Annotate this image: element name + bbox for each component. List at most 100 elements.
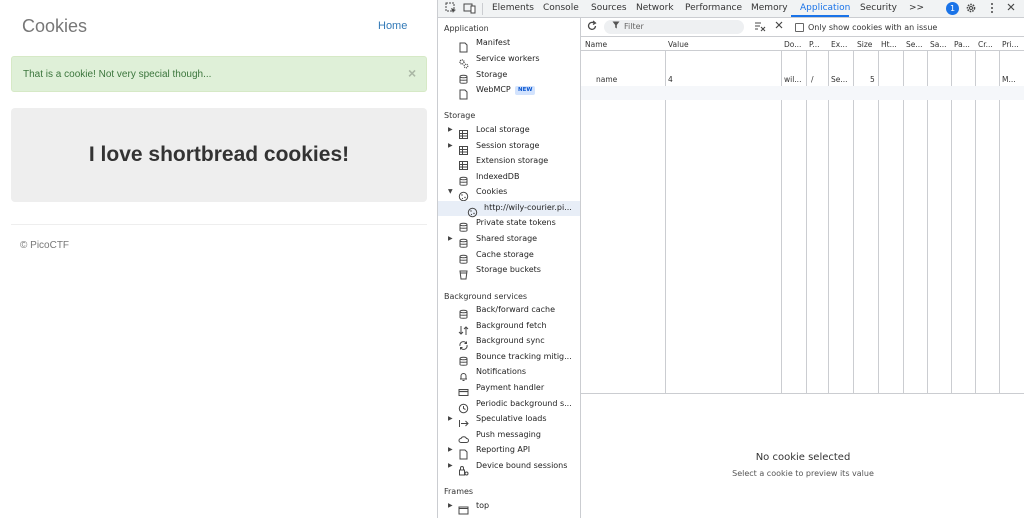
sidebar-item-periodic-background-sync[interactable]: Periodic background s... — [438, 397, 580, 414]
sidebar-label: Storage — [476, 70, 508, 79]
sidebar-item-payment-handler[interactable]: Payment handler — [438, 381, 580, 396]
section-application: Application — [444, 24, 489, 33]
refresh-icon[interactable] — [585, 20, 599, 34]
table-row-empty — [581, 86, 1024, 100]
sidebar-item-speculative-loads[interactable]: ▶ Speculative loads — [438, 412, 580, 427]
filter-input[interactable]: Filter — [604, 20, 744, 34]
cell-path: / — [811, 75, 814, 84]
cell-size: 5 — [870, 75, 875, 84]
tab-performance[interactable]: Performance — [685, 3, 742, 13]
device-toolbar-icon[interactable] — [462, 2, 476, 16]
only-issues-checkbox[interactable] — [795, 23, 804, 32]
expand-arrow-icon[interactable]: ▶ — [448, 462, 453, 469]
database-icon — [458, 70, 469, 84]
page-title: Cookies — [22, 16, 88, 36]
tab-memory[interactable]: Memory — [751, 3, 788, 13]
column-header-httponly[interactable]: Ht... — [881, 40, 897, 49]
sidebar-item-push-messaging[interactable]: Push messaging — [438, 428, 580, 443]
tab-security[interactable]: Security — [860, 3, 897, 13]
sidebar-item-storage-buckets[interactable]: Storage buckets — [438, 263, 580, 280]
database-icon — [458, 172, 469, 186]
sidebar-item-frame-top[interactable]: ▶ top — [438, 499, 580, 515]
jumbotron-heading: I love shortbread cookies! — [88, 143, 350, 166]
sidebar-item-cookie-origin[interactable]: http://wily-courier.pi... — [438, 201, 580, 218]
sidebar-item-shared-storage[interactable]: ▶ Shared storage — [438, 232, 580, 248]
table-icon — [458, 125, 469, 139]
database-icon — [458, 250, 469, 264]
nav-home-link[interactable]: Home — [378, 20, 407, 32]
column-header-domain[interactable]: Do... — [784, 40, 801, 49]
sidebar-item-session-storage[interactable]: ▶ Session storage — [438, 139, 580, 155]
sidebar-label: http://wily-courier.pi... — [484, 203, 572, 212]
sidebar-item-cache-storage[interactable]: Cache storage — [438, 248, 580, 264]
clear-all-icon[interactable] — [772, 20, 786, 34]
sidebar-item-service-workers[interactable]: Service workers — [438, 52, 580, 69]
sidebar-label: WebMCP — [476, 85, 511, 94]
devtools-tabbar: Elements Console Sources Network Perform… — [438, 0, 1024, 18]
sidebar-label: Shared storage — [476, 234, 538, 243]
column-header-value[interactable]: Value — [668, 40, 689, 49]
cell-priority: M... — [1002, 75, 1016, 84]
sidebar-item-indexeddb[interactable]: IndexedDB — [438, 170, 580, 186]
sidebar-item-cookies[interactable]: ▼ Cookies — [438, 185, 580, 202]
column-header-expires[interactable]: Ex... — [831, 40, 847, 49]
sidebar-item-extension-storage[interactable]: Extension storage — [438, 154, 580, 170]
more-tabs-button[interactable]: >> — [909, 3, 924, 13]
tab-sources[interactable]: Sources — [591, 3, 627, 13]
section-frames: Frames — [444, 487, 474, 496]
column-header-priority[interactable]: Pri... — [1002, 40, 1019, 49]
sidebar-item-webmcp[interactable]: WebMCP NEW — [438, 83, 580, 100]
tab-network[interactable]: Network — [636, 3, 674, 13]
close-icon[interactable] — [1004, 2, 1018, 16]
sidebar-item-manifest[interactable]: Manifest — [438, 36, 580, 53]
inspect-element-icon[interactable] — [444, 2, 458, 16]
expand-arrow-icon[interactable]: ▶ — [448, 235, 453, 242]
column-header-partition[interactable]: Pa... — [954, 40, 970, 49]
footer-divider — [11, 224, 427, 225]
gear-icon[interactable] — [964, 2, 978, 16]
cell-name: name — [596, 75, 618, 84]
table-row[interactable]: name 4 wil... / Se... 5 M... — [581, 72, 1024, 86]
page-footer: © PicoCTF — [20, 240, 70, 251]
column-header-path[interactable]: P... — [809, 40, 820, 49]
sidebar-item-back-forward-cache[interactable]: Back/forward cache — [438, 303, 580, 319]
sidebar-label: Service workers — [476, 54, 540, 63]
sidebar-item-bounce-tracking[interactable]: Bounce tracking mitig... — [438, 350, 580, 366]
sidebar-label: Back/forward cache — [476, 305, 556, 314]
sidebar-item-background-fetch[interactable]: Background fetch — [438, 319, 580, 335]
sidebar-label: Periodic background s... — [476, 399, 572, 408]
column-header-size[interactable]: Size — [857, 40, 872, 49]
expand-arrow-icon[interactable]: ▶ — [448, 126, 453, 133]
clear-filtered-icon[interactable] — [753, 20, 767, 34]
expand-arrow-icon[interactable]: ▶ — [448, 142, 453, 149]
expand-arrow-icon[interactable]: ▶ — [448, 502, 453, 509]
tab-console[interactable]: Console — [543, 3, 579, 13]
table-icon — [458, 141, 469, 155]
sidebar-label: Cookies — [476, 187, 508, 196]
column-header-name[interactable]: Name — [585, 40, 607, 49]
column-header-samesite[interactable]: Sa... — [930, 40, 947, 49]
alert-close-button[interactable]: × — [408, 65, 416, 81]
document-icon — [458, 445, 469, 460]
issues-badge[interactable]: 1 — [946, 2, 959, 15]
devtools-panel: Elements Console Sources Network Perform… — [437, 0, 1024, 518]
sidebar-item-notifications[interactable]: Notifications — [438, 365, 580, 381]
arrow-to-bar-icon — [458, 414, 469, 427]
cell-expires: Se... — [831, 75, 848, 84]
kebab-menu-icon[interactable] — [985, 2, 999, 16]
expand-arrow-icon[interactable]: ▶ — [448, 415, 453, 422]
tab-application[interactable]: Application — [800, 3, 850, 13]
sidebar-item-private-state-tokens[interactable]: Private state tokens — [438, 216, 580, 232]
column-header-cross-site[interactable]: Cr... — [978, 40, 993, 49]
filter-icon — [612, 21, 620, 31]
sidebar-item-background-sync[interactable]: Background sync — [438, 334, 580, 350]
collapse-arrow-icon[interactable]: ▼ — [448, 188, 453, 195]
sidebar-item-storage[interactable]: Storage — [438, 68, 580, 84]
expand-arrow-icon[interactable]: ▶ — [448, 446, 453, 453]
sidebar-label: Background sync — [476, 336, 545, 345]
sidebar-item-local-storage[interactable]: ▶ Local storage — [438, 123, 580, 139]
column-header-secure[interactable]: Se... — [906, 40, 923, 49]
sidebar-item-device-bound-sessions[interactable]: ▶ Device bound sessions — [438, 459, 580, 476]
sidebar-item-reporting-api[interactable]: ▶ Reporting API — [438, 443, 580, 460]
tab-elements[interactable]: Elements — [492, 3, 534, 13]
